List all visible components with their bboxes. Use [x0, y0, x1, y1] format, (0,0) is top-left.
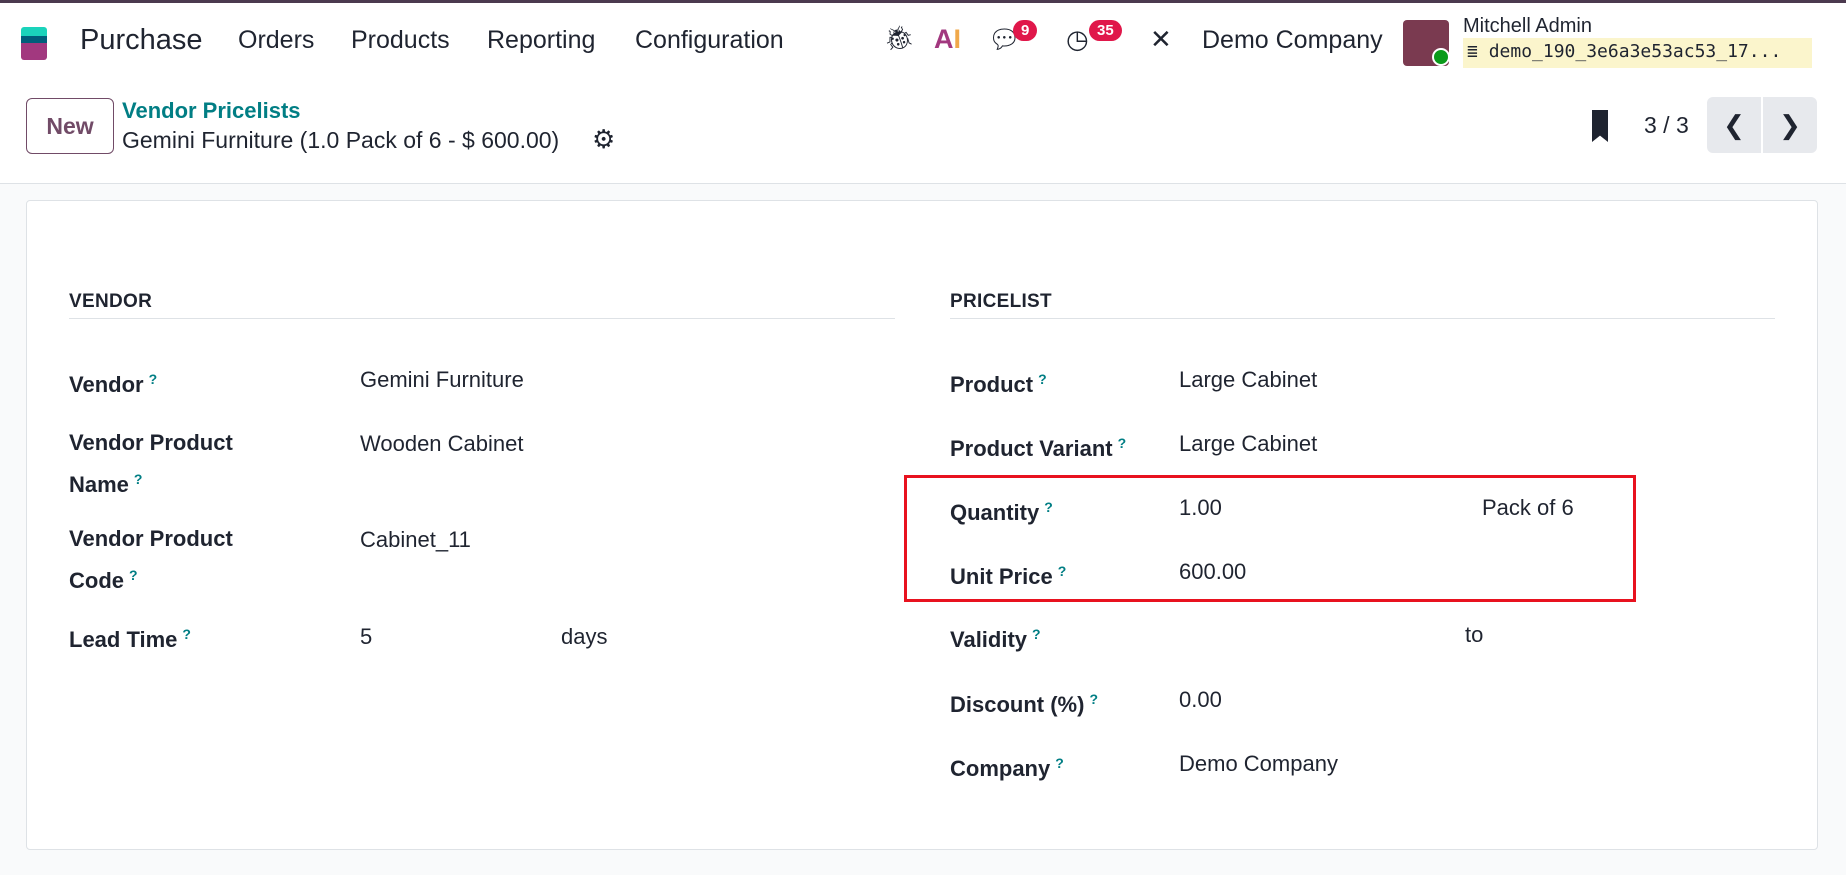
validity-separator: to	[1465, 622, 1484, 647]
database-icon: ≣	[1467, 41, 1478, 62]
discount-label: Discount (%)?	[950, 691, 1099, 717]
lead-time-unit: days	[561, 624, 608, 649]
product-value[interactable]: Large Cabinet	[1179, 361, 1317, 398]
user-name[interactable]: Mitchell Admin	[1463, 15, 1592, 38]
highlight-box	[904, 475, 1636, 602]
vendor-product-name-value[interactable]: Wooden Cabinet	[360, 425, 524, 462]
help-icon[interactable]: ?	[1032, 626, 1041, 642]
help-icon[interactable]: ?	[1118, 435, 1127, 451]
purchase-app-icon	[21, 27, 47, 60]
vendor-section-title: VENDOR	[69, 291, 153, 312]
lead-time-value[interactable]: 5	[360, 618, 372, 655]
help-icon[interactable]: ?	[1089, 691, 1098, 707]
messages-badge: 9	[1013, 20, 1038, 41]
vendor-value[interactable]: Gemini Furniture	[360, 361, 524, 398]
help-icon[interactable]: ?	[149, 371, 158, 387]
pricelist-section-title: PRICELIST	[950, 291, 1052, 312]
vendor-product-code-label: Vendor Product Code?	[69, 526, 233, 593]
divider	[69, 318, 895, 319]
app-name[interactable]: Purchase	[80, 24, 203, 57]
product-label: Product?	[950, 371, 1047, 397]
menu-configuration[interactable]: Configuration	[635, 26, 784, 55]
divider	[950, 318, 1775, 319]
ai-icon[interactable]: AI	[934, 24, 961, 55]
vendor-product-code-value[interactable]: Cabinet_11	[360, 521, 471, 558]
breadcrumb-vendor-pricelists[interactable]: Vendor Pricelists	[122, 98, 301, 124]
next-record-button[interactable]: ❯	[1763, 97, 1817, 153]
record-title: Gemini Furniture (1.0 Pack of 6 - $ 600.…	[122, 127, 560, 153]
company-label: Company?	[950, 755, 1064, 781]
database-name: demo_190_3e6a3e53ac53_17...	[1488, 41, 1782, 62]
pager-value[interactable]: 3 / 3	[1644, 112, 1689, 139]
activities-badge: 35	[1089, 20, 1122, 41]
help-icon[interactable]: ?	[1038, 371, 1047, 387]
database-badge: ≣ demo_190_3e6a3e53ac53_17...	[1463, 38, 1812, 68]
vendor-label: Vendor?	[69, 371, 158, 397]
company-value[interactable]: Demo Company	[1179, 745, 1338, 782]
vendor-product-name-label: Vendor Product Name?	[69, 430, 233, 497]
menu-products[interactable]: Products	[351, 26, 450, 55]
tools-icon[interactable]: ✕	[1150, 24, 1172, 55]
product-variant-label: Product Variant?	[950, 435, 1127, 461]
new-button[interactable]: New	[26, 98, 114, 154]
help-icon[interactable]: ?	[134, 471, 143, 487]
help-icon[interactable]: ?	[182, 626, 191, 642]
company-switcher[interactable]: Demo Company	[1202, 26, 1383, 55]
product-variant-value[interactable]: Large Cabinet	[1179, 425, 1317, 462]
validity-label: Validity?	[950, 626, 1041, 652]
help-icon[interactable]: ?	[1055, 755, 1064, 771]
help-icon[interactable]: ?	[129, 567, 138, 583]
discount-value[interactable]: 0.00	[1179, 681, 1222, 718]
bug-icon[interactable]: 🐞︎	[884, 24, 914, 53]
lead-time-label: Lead Time?	[69, 626, 191, 652]
gear-icon[interactable]: ⚙	[592, 124, 615, 155]
activity-clock-icon[interactable]: ◷	[1066, 24, 1089, 55]
online-status-icon	[1432, 48, 1450, 66]
menu-reporting[interactable]: Reporting	[487, 26, 595, 55]
menu-orders[interactable]: Orders	[238, 26, 314, 55]
previous-record-button[interactable]: ❮	[1707, 97, 1761, 153]
